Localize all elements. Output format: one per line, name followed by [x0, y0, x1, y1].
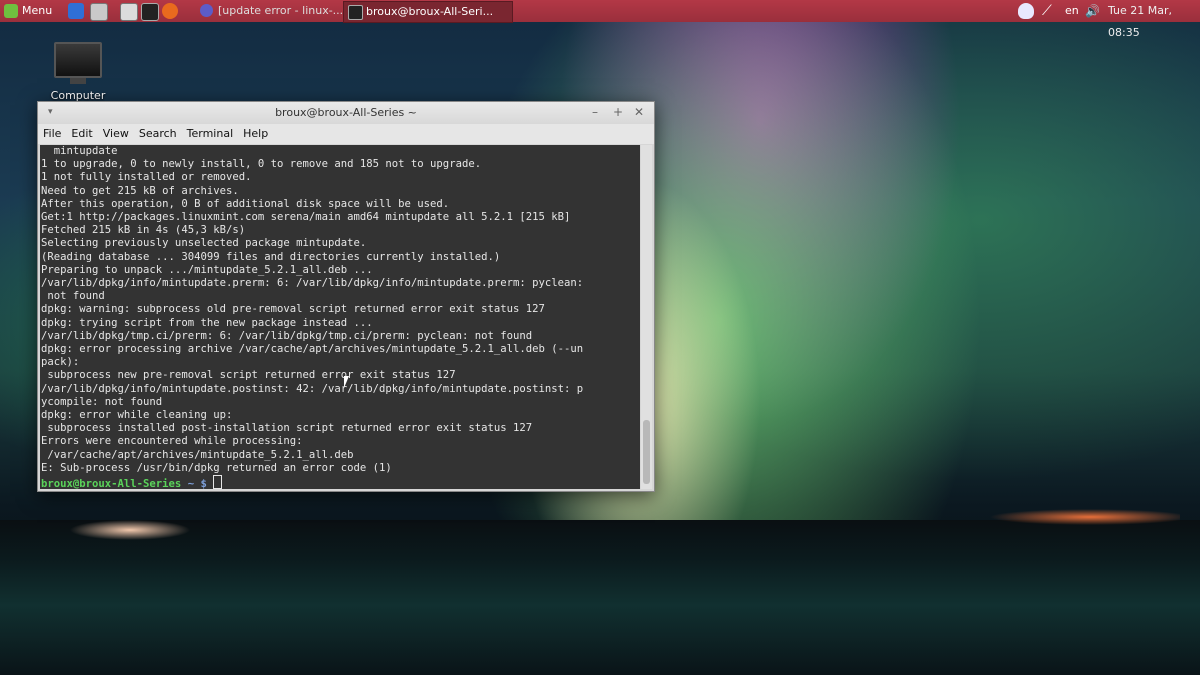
terminal-line: (Reading database ... 304099 files and d… [41, 250, 501, 263]
text-cursor [213, 475, 223, 489]
terminal-line: /var/lib/dpkg/info/mintupdate.prerm: 6: … [41, 277, 584, 290]
terminal-task-icon [348, 5, 363, 20]
terminal-line: After this operation, 0 B of additional … [41, 197, 450, 210]
terminal-line: Errors were encountered while processing… [41, 435, 303, 448]
settings-launcher-icon[interactable] [90, 3, 108, 21]
terminal-window[interactable]: ▾ broux@broux-All-Series ~ – + ✕ File Edi… [37, 101, 655, 492]
task-browser-window[interactable]: [update error - linux-... [196, 1, 358, 21]
terminal-line: /var/lib/dpkg/info/mintupdate.postinst: … [41, 382, 584, 395]
browser-task-icon [200, 4, 213, 17]
wallpaper-lights-left [70, 518, 230, 540]
close-icon[interactable]: ✕ [634, 105, 644, 119]
prompt-tilde: ~ $ [187, 478, 207, 489]
mouse-pointer-icon [344, 376, 349, 388]
terminal-line: dpkg: warning: subprocess old pre-remova… [41, 303, 545, 316]
terminal-line: subprocess installed post-installation s… [41, 422, 533, 435]
computer-desktop-icon[interactable]: Computer [46, 42, 110, 102]
terminal-scrollbar[interactable] [641, 145, 652, 489]
terminal-line: Selecting previously unselected package … [41, 237, 367, 250]
terminal-line: /var/lib/dpkg/tmp.ci/prerm: 6: /var/lib/… [41, 329, 533, 342]
menu-search[interactable]: Search [134, 124, 182, 143]
task-terminal-window[interactable]: broux@broux-All-Seri... [343, 1, 513, 23]
terminal-prompt-line[interactable]: broux@broux-All-Series ~ $ [40, 475, 640, 489]
shield-icon[interactable] [1018, 3, 1034, 19]
terminal-output[interactable]: mintupdate 1 to upgrade, 0 to newly insta… [40, 145, 640, 489]
monitor-stand [70, 78, 86, 84]
terminal-line: pack): [41, 356, 80, 369]
scrollbar-thumb[interactable] [643, 420, 650, 484]
terminal-line: Get:1 http://packages.linuxmint.com sere… [41, 211, 571, 224]
desktop-wallpaper-ground [0, 520, 1200, 675]
wallpaper-lights-right [980, 505, 1180, 529]
browser-launcher-icon[interactable] [68, 3, 84, 19]
keyboard-layout[interactable]: en [1065, 0, 1079, 22]
terminal-line: /var/cache/apt/archives/mintupdate_5.2.1… [41, 448, 354, 461]
menu-help[interactable]: Help [238, 124, 273, 143]
top-panel: Menu [update error - linux-... broux@bro… [0, 0, 1200, 39]
firefox-launcher-icon[interactable] [162, 3, 178, 19]
terminal-line: Need to get 215 kB of archives. [41, 184, 239, 197]
network-icon[interactable]: ⟋ [1042, 0, 1052, 22]
terminal-line: subprocess new pre-removal script return… [41, 369, 456, 382]
terminal-line: mintupdate [41, 145, 118, 157]
menu-file[interactable]: File [38, 124, 66, 143]
files-launcher-icon[interactable] [120, 3, 138, 21]
minimize-icon[interactable]: – [592, 105, 598, 119]
clock[interactable]: Tue 21 Mar, 08:35 [1108, 0, 1200, 39]
terminal-line: dpkg: error processing archive /var/cach… [41, 343, 584, 356]
maximize-icon[interactable]: + [613, 105, 623, 119]
menu-button[interactable]: Menu [4, 0, 52, 22]
terminal-line: Fetched 215 kB in 4s (45,3 kB/s) [41, 224, 246, 237]
task-browser-label: [update error - linux-... [218, 4, 344, 17]
computer-icon [54, 42, 102, 78]
terminal-line: E: Sub-process /usr/bin/dpkg returned an… [41, 461, 392, 474]
window-title: broux@broux-All-Series ~ [275, 106, 417, 119]
terminal-menubar: File Edit View Search Terminal Help [38, 124, 654, 144]
volume-icon[interactable]: 🔊 [1085, 0, 1100, 22]
terminal-line: 1 not fully installed or removed. [41, 171, 252, 184]
menu-edit[interactable]: Edit [66, 124, 97, 143]
terminal-line: dpkg: trying script from the new package… [41, 316, 373, 329]
task-terminal-label: broux@broux-All-Seri... [366, 5, 494, 18]
terminal-line: ycompile: not found [41, 395, 163, 408]
prompt-user: broux@broux-All-Series [41, 478, 182, 489]
terminal-lines: mintupdate 1 to upgrade, 0 to newly insta… [40, 145, 640, 475]
terminal-titlebar[interactable]: ▾ broux@broux-All-Series ~ – + ✕ [38, 102, 654, 124]
menu-label: Menu [22, 4, 53, 17]
terminal-launcher-icon[interactable] [141, 3, 159, 21]
terminal-line: Preparing to unpack .../mintupdate_5.2.1… [41, 263, 373, 276]
terminal-line: not found [41, 290, 105, 303]
terminal-line: 1 to upgrade, 0 to newly install, 0 to r… [41, 158, 482, 171]
terminal-line: dpkg: error while cleaning up: [41, 409, 233, 422]
mint-logo-icon [4, 4, 18, 18]
menu-view[interactable]: View [98, 124, 134, 143]
menu-terminal[interactable]: Terminal [182, 124, 239, 143]
